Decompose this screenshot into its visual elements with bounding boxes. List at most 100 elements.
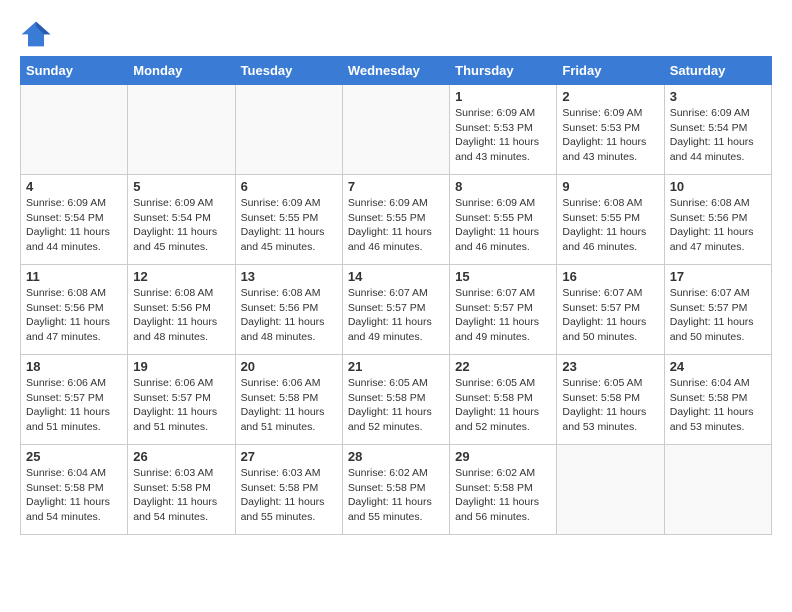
day-info: Sunrise: 6:09 AMSunset: 5:54 PMDaylight:… [26, 196, 122, 255]
column-header-wednesday: Wednesday [342, 57, 449, 85]
calendar-cell: 9 Sunrise: 6:08 AMSunset: 5:55 PMDaylight… [557, 175, 664, 265]
calendar-cell: 3 Sunrise: 6:09 AMSunset: 5:54 PMDaylight… [664, 85, 771, 175]
day-number: 26 [133, 449, 229, 464]
page-header [20, 20, 772, 48]
calendar-cell: 2 Sunrise: 6:09 AMSunset: 5:53 PMDaylight… [557, 85, 664, 175]
column-header-saturday: Saturday [664, 57, 771, 85]
day-number: 6 [241, 179, 337, 194]
calendar-cell: 17Sunrise: 6:07 AMSunset: 5:57 PMDayligh… [664, 265, 771, 355]
calendar-cell: 24 Sunrise: 6:04 AMSunset: 5:58 PMDayligh… [664, 355, 771, 445]
day-number: 24 [670, 359, 766, 374]
calendar-cell: 5 Sunrise: 6:09 AMSunset: 5:54 PMDaylight… [128, 175, 235, 265]
day-number: 28 [348, 449, 444, 464]
day-number: 1 [455, 89, 551, 104]
calendar-cell: 15 Sunrise: 6:07 AMSunset: 5:57 PMDayligh… [450, 265, 557, 355]
day-info: Sunrise: 6:09 AMSunset: 5:54 PMDaylight:… [670, 106, 766, 165]
calendar-cell: 25 Sunrise: 6:04 AMSunset: 5:58 PMDayligh… [21, 445, 128, 535]
day-info: Sunrise: 6:05 AMSunset: 5:58 PMDaylight:… [455, 376, 551, 435]
calendar-cell: 26 Sunrise: 6:03 AMSunset: 5:58 PMDayligh… [128, 445, 235, 535]
day-info: Sunrise: 6:07 AMSunset: 5:57 PMDaylight:… [562, 286, 658, 345]
day-info: Sunrise: 6:04 AMSunset: 5:58 PMDaylight:… [26, 466, 122, 525]
day-number: 10 [670, 179, 766, 194]
day-number: 27 [241, 449, 337, 464]
day-number: 3 [670, 89, 766, 104]
calendar-cell: 1 Sunrise: 6:09 AMSunset: 5:53 PMDaylight… [450, 85, 557, 175]
day-info: Sunrise: 6:02 AMSunset: 5:58 PMDaylight:… [455, 466, 551, 525]
calendar-week-row: 11 Sunrise: 6:08 AMSunset: 5:56 PMDayligh… [21, 265, 772, 355]
day-number: 25 [26, 449, 122, 464]
day-info: Sunrise: 6:06 AMSunset: 5:58 PMDaylight:… [241, 376, 337, 435]
day-info: Sunrise: 6:03 AMSunset: 5:58 PMDaylight:… [133, 466, 229, 525]
calendar-week-row: 25 Sunrise: 6:04 AMSunset: 5:58 PMDayligh… [21, 445, 772, 535]
day-number: 21 [348, 359, 444, 374]
calendar-cell: 16 Sunrise: 6:07 AMSunset: 5:57 PMDayligh… [557, 265, 664, 355]
calendar-cell: 4 Sunrise: 6:09 AMSunset: 5:54 PMDaylight… [21, 175, 128, 265]
day-info: Sunrise: 6:04 AMSunset: 5:58 PMDaylight:… [670, 376, 766, 435]
calendar-cell: 22 Sunrise: 6:05 AMSunset: 5:58 PMDayligh… [450, 355, 557, 445]
day-number: 11 [26, 269, 122, 284]
day-info: Sunrise: 6:09 AMSunset: 5:54 PMDaylight:… [133, 196, 229, 255]
day-number: 13 [241, 269, 337, 284]
day-number: 15 [455, 269, 551, 284]
column-header-thursday: Thursday [450, 57, 557, 85]
calendar-cell: 8 Sunrise: 6:09 AMSunset: 5:55 PMDaylight… [450, 175, 557, 265]
day-info: Sunrise: 6:05 AMSunset: 5:58 PMDaylight:… [562, 376, 658, 435]
calendar-cell: 11 Sunrise: 6:08 AMSunset: 5:56 PMDayligh… [21, 265, 128, 355]
calendar-cell: 14Sunrise: 6:07 AMSunset: 5:57 PMDayligh… [342, 265, 449, 355]
day-number: 5 [133, 179, 229, 194]
column-header-monday: Monday [128, 57, 235, 85]
day-number: 23 [562, 359, 658, 374]
calendar-week-row: 4 Sunrise: 6:09 AMSunset: 5:54 PMDaylight… [21, 175, 772, 265]
logo-icon [20, 20, 52, 48]
calendar-cell [128, 85, 235, 175]
day-info: Sunrise: 6:09 AMSunset: 5:55 PMDaylight:… [455, 196, 551, 255]
day-info: Sunrise: 6:07 AMSunset: 5:57 PMDaylight:… [348, 286, 444, 345]
calendar-cell [664, 445, 771, 535]
calendar-cell: 27 Sunrise: 6:03 AMSunset: 5:58 PMDayligh… [235, 445, 342, 535]
calendar-cell: 29Sunrise: 6:02 AMSunset: 5:58 PMDayligh… [450, 445, 557, 535]
calendar-cell: 19 Sunrise: 6:06 AMSunset: 5:57 PMDayligh… [128, 355, 235, 445]
day-number: 20 [241, 359, 337, 374]
day-info: Sunrise: 6:09 AMSunset: 5:53 PMDaylight:… [562, 106, 658, 165]
day-info: Sunrise: 6:03 AMSunset: 5:58 PMDaylight:… [241, 466, 337, 525]
day-info: Sunrise: 6:05 AMSunset: 5:58 PMDaylight:… [348, 376, 444, 435]
day-number: 9 [562, 179, 658, 194]
day-number: 4 [26, 179, 122, 194]
calendar-week-row: 18 Sunrise: 6:06 AMSunset: 5:57 PMDayligh… [21, 355, 772, 445]
calendar-cell: 7Sunrise: 6:09 AMSunset: 5:55 PMDaylight… [342, 175, 449, 265]
day-number: 7 [348, 179, 444, 194]
day-info: Sunrise: 6:08 AMSunset: 5:56 PMDaylight:… [133, 286, 229, 345]
calendar-cell: 20 Sunrise: 6:06 AMSunset: 5:58 PMDayligh… [235, 355, 342, 445]
calendar-cell [557, 445, 664, 535]
day-info: Sunrise: 6:07 AMSunset: 5:57 PMDaylight:… [670, 286, 766, 345]
calendar-cell: 13 Sunrise: 6:08 AMSunset: 5:56 PMDayligh… [235, 265, 342, 355]
day-info: Sunrise: 6:06 AMSunset: 5:57 PMDaylight:… [133, 376, 229, 435]
day-number: 8 [455, 179, 551, 194]
logo [20, 20, 56, 48]
column-header-friday: Friday [557, 57, 664, 85]
day-number: 19 [133, 359, 229, 374]
day-info: Sunrise: 6:08 AMSunset: 5:56 PMDaylight:… [670, 196, 766, 255]
day-number: 16 [562, 269, 658, 284]
day-number: 12 [133, 269, 229, 284]
calendar-cell: 28 Sunrise: 6:02 AMSunset: 5:58 PMDayligh… [342, 445, 449, 535]
calendar-table: SundayMondayTuesdayWednesdayThursdayFrid… [20, 56, 772, 535]
calendar-cell: 21 Sunrise: 6:05 AMSunset: 5:58 PMDayligh… [342, 355, 449, 445]
calendar-cell: 10 Sunrise: 6:08 AMSunset: 5:56 PMDayligh… [664, 175, 771, 265]
day-number: 22 [455, 359, 551, 374]
day-info: Sunrise: 6:09 AMSunset: 5:53 PMDaylight:… [455, 106, 551, 165]
day-info: Sunrise: 6:08 AMSunset: 5:56 PMDaylight:… [26, 286, 122, 345]
calendar-cell [21, 85, 128, 175]
day-number: 18 [26, 359, 122, 374]
calendar-cell [235, 85, 342, 175]
day-info: Sunrise: 6:08 AMSunset: 5:55 PMDaylight:… [562, 196, 658, 255]
calendar-cell: 12 Sunrise: 6:08 AMSunset: 5:56 PMDayligh… [128, 265, 235, 355]
calendar-cell: 23 Sunrise: 6:05 AMSunset: 5:58 PMDayligh… [557, 355, 664, 445]
day-info: Sunrise: 6:02 AMSunset: 5:58 PMDaylight:… [348, 466, 444, 525]
calendar-cell: 18Sunrise: 6:06 AMSunset: 5:57 PMDayligh… [21, 355, 128, 445]
day-info: Sunrise: 6:07 AMSunset: 5:57 PMDaylight:… [455, 286, 551, 345]
day-number: 2 [562, 89, 658, 104]
calendar-header-row: SundayMondayTuesdayWednesdayThursdayFrid… [21, 57, 772, 85]
day-info: Sunrise: 6:08 AMSunset: 5:56 PMDaylight:… [241, 286, 337, 345]
calendar-cell [342, 85, 449, 175]
